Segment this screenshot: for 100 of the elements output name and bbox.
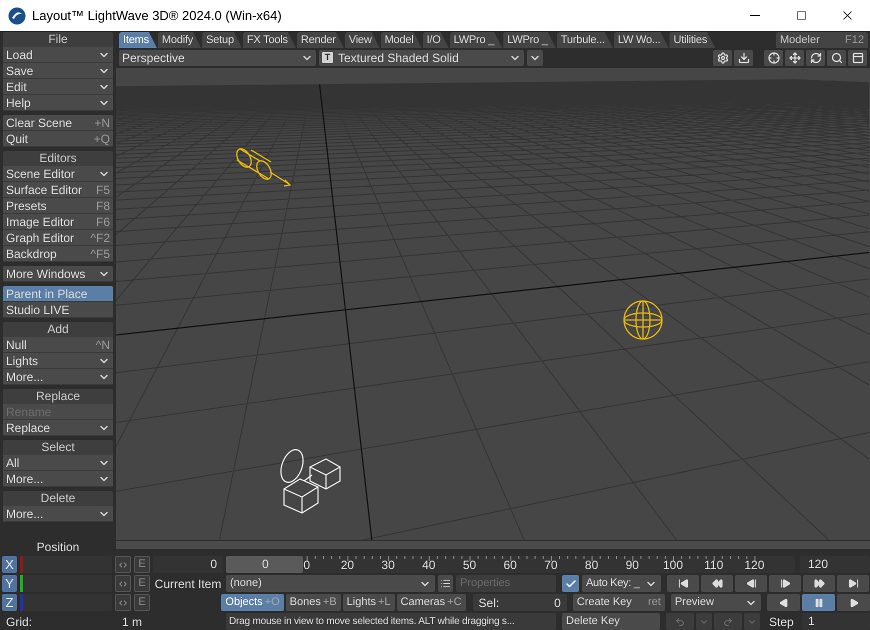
axis-value-field[interactable] [20, 556, 112, 573]
undo-icon [675, 616, 685, 626]
transport-button[interactable] [701, 575, 733, 592]
grid-label: Grid: [6, 614, 32, 630]
sidebar-menu-button[interactable]: Replace [3, 420, 113, 436]
sidebar-menu-button[interactable]: More... [3, 369, 113, 385]
rotate-icon[interactable] [806, 50, 825, 66]
sidebar-button[interactable]: Studio LIVE [3, 302, 113, 318]
sidebar-button[interactable]: Backdrop ^F5 [3, 246, 113, 262]
sidebar-button[interactable]: Presets F8 [3, 198, 113, 214]
sidebar-button[interactable]: Graph Editor ^F2 [3, 230, 113, 246]
download-icon[interactable] [734, 50, 753, 66]
frame-tick-label: 90 [626, 558, 639, 572]
item-list-button[interactable] [438, 575, 453, 592]
sidebar-menu-button[interactable]: More Windows [3, 266, 113, 282]
tab[interactable]: FX Tools [242, 32, 296, 48]
sidebar-menu-button[interactable]: More... [3, 471, 113, 487]
transport-button[interactable] [803, 575, 835, 592]
tab[interactable]: LWPro _ [503, 32, 556, 48]
skip-back-icon [678, 578, 688, 589]
sidebar-menu-button[interactable]: Lights [3, 353, 113, 369]
axis-value-field[interactable] [20, 594, 112, 611]
step-back-icon [746, 578, 756, 589]
end-frame-field[interactable]: 120 [800, 556, 870, 573]
playback-button[interactable] [802, 594, 836, 611]
chevrons-icon [118, 598, 128, 608]
delete-key-button[interactable]: Delete Key [562, 613, 660, 630]
redo-icon [723, 616, 733, 626]
expand-button[interactable] [115, 556, 131, 573]
sidebar-menu-button[interactable]: Scene Editor [3, 166, 113, 182]
current-frame-field[interactable]: 0 [153, 556, 223, 573]
create-key-button[interactable]: Create Key ret [572, 594, 665, 611]
rewind-icon [712, 578, 722, 589]
frame-tick-label: 100 [662, 558, 684, 572]
preview-dropdown[interactable]: Preview [670, 594, 762, 611]
auto-key-dropdown[interactable]: Auto Key: _ [582, 575, 661, 592]
item-type-button[interactable]: Lights +L [342, 594, 395, 611]
auto-key-checkbox[interactable] [562, 575, 579, 592]
modeler-tab[interactable]: Modeler F12 [776, 32, 868, 48]
move-icon[interactable] [785, 50, 804, 66]
frame-tick-label: 80 [584, 558, 598, 572]
transport-button[interactable] [837, 575, 869, 592]
fast-forward-icon [814, 578, 824, 589]
playback-button[interactable] [837, 594, 870, 611]
axis-label: Z [2, 594, 17, 611]
sidebar-menu-button[interactable]: Edit [3, 79, 113, 95]
tab[interactable]: Utilities [669, 32, 716, 48]
expand-button[interactable] [115, 575, 131, 592]
frame-tick-label: 40 [422, 558, 436, 572]
current-item-label: Current Item [154, 576, 222, 592]
view-dropdown[interactable]: Perspective [119, 50, 316, 66]
sidebar-menu-button[interactable]: All [3, 455, 113, 471]
sidebar-button[interactable]: Clear Scene +N [3, 115, 113, 131]
item-type-button[interactable]: Cameras +C [396, 594, 466, 611]
check-icon [564, 578, 576, 590]
pause-icon [814, 598, 824, 608]
options-dropdown[interactable] [527, 50, 543, 66]
window-title: Layout™ LightWave 3D® 2024.0 (Win-x64) [32, 6, 282, 25]
tab[interactable]: Model [380, 32, 422, 48]
selection-count-field: Sel: 0 [472, 594, 567, 611]
frame-tick-label: 70 [544, 558, 558, 572]
tab[interactable]: LWPro _ [450, 32, 502, 48]
panel-icon[interactable] [848, 50, 867, 66]
tab[interactable]: Render [296, 32, 344, 48]
expand-button[interactable] [115, 594, 131, 611]
transport-button[interactable] [667, 575, 699, 592]
tab[interactable]: Turbule... [556, 32, 613, 48]
item-type-button[interactable]: Bones +B [286, 594, 341, 611]
group-title: Delete [40, 491, 76, 506]
tab[interactable]: Modify [158, 32, 202, 48]
sidebar-menu-button[interactable]: More... [3, 506, 113, 522]
transport-button[interactable] [735, 575, 767, 592]
left-triangle-icon [778, 598, 789, 608]
shading-dropdown[interactable]: T Textured Shaded Solid [319, 50, 524, 66]
timeline-track[interactable]: 0 0 20 30 40 50 60 70 80 90 100 110 120 [226, 556, 795, 573]
sidebar-button[interactable]: Image Editor F6 [3, 214, 113, 230]
settings-icon[interactable] [713, 50, 732, 66]
sidebar-menu-button[interactable]: Load [3, 47, 113, 63]
frame-tick-label: 60 [504, 558, 517, 572]
sidebar-button[interactable]: Quit +Q [3, 131, 113, 147]
tab[interactable]: LW Wo... [614, 32, 668, 48]
list-icon [440, 578, 451, 589]
tab[interactable]: Items [119, 32, 157, 48]
sidebar-button[interactable]: Surface Editor F5 [3, 182, 113, 198]
item-type-button[interactable]: Objects +O [221, 594, 284, 611]
play-icon [848, 598, 859, 608]
sidebar-button[interactable]: Null ^N [3, 337, 113, 353]
chevrons-icon [118, 578, 128, 588]
sidebar-menu-button[interactable]: Help [3, 95, 113, 111]
step-field[interactable]: 1 [802, 613, 870, 630]
search-icon[interactable] [827, 50, 846, 66]
sidebar-menu-button[interactable]: Save [3, 63, 113, 79]
timeline-thumb[interactable]: 0 [226, 556, 303, 573]
tab[interactable]: View [344, 32, 380, 48]
axis-value-field[interactable] [20, 575, 112, 592]
tab[interactable]: I/O [422, 32, 449, 48]
playback-button[interactable] [767, 594, 800, 611]
crosshair-icon[interactable] [764, 50, 783, 66]
tab[interactable]: Setup [202, 32, 242, 48]
transport-button[interactable] [769, 575, 801, 592]
